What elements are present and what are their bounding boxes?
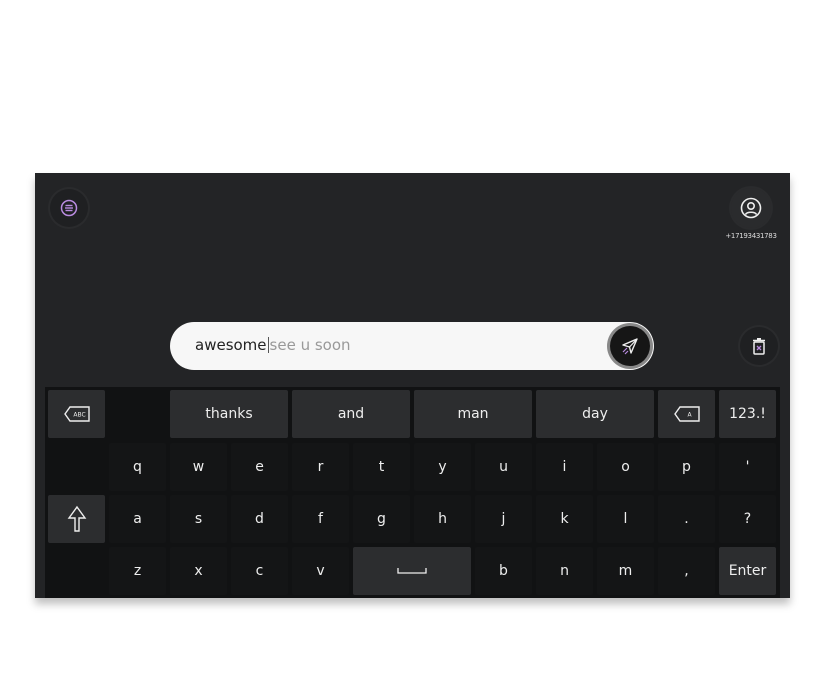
letter-key[interactable]: f xyxy=(292,495,349,543)
letter-key[interactable]: l xyxy=(597,495,654,543)
suggestion-key[interactable]: and xyxy=(292,390,410,438)
enter-key[interactable]: Enter xyxy=(719,547,776,595)
letter-key[interactable]: t xyxy=(353,443,410,491)
letter-key[interactable]: . xyxy=(658,495,715,543)
letter-key[interactable]: i xyxy=(536,443,593,491)
letter-key[interactable]: o xyxy=(597,443,654,491)
backspace-icon: A xyxy=(673,406,700,422)
space-icon xyxy=(397,568,427,574)
send-icon xyxy=(622,338,638,355)
letter-key[interactable]: e xyxy=(231,443,288,491)
letter-key[interactable]: c xyxy=(231,547,288,595)
letter-key[interactable]: m xyxy=(597,547,654,595)
phone-number: +17193431783 xyxy=(725,232,777,240)
shift-icon xyxy=(67,505,86,532)
backspace-key[interactable]: A xyxy=(658,390,715,438)
letter-key[interactable]: , xyxy=(658,547,715,595)
app-screen: +17193431783 awesome see u soon ABC thanks… xyxy=(35,173,790,598)
mode-key[interactable]: 123.! xyxy=(719,390,776,438)
letter-key[interactable]: y xyxy=(414,443,471,491)
suggestion-key[interactable]: day xyxy=(536,390,654,438)
letter-key[interactable]: q xyxy=(109,443,166,491)
letter-key[interactable]: u xyxy=(475,443,532,491)
profile-button[interactable] xyxy=(731,188,771,228)
typed-text: awesome xyxy=(195,336,267,354)
letter-key[interactable]: r xyxy=(292,443,349,491)
letter-key[interactable]: j xyxy=(475,495,532,543)
letter-key[interactable]: k xyxy=(536,495,593,543)
profile-icon xyxy=(740,197,762,219)
menu-button[interactable] xyxy=(50,189,88,227)
letter-key[interactable]: n xyxy=(536,547,593,595)
letter-key[interactable]: x xyxy=(170,547,227,595)
letter-key[interactable]: v xyxy=(292,547,349,595)
letter-key[interactable]: a xyxy=(109,495,166,543)
shift-key[interactable] xyxy=(48,495,105,543)
letter-key[interactable]: z xyxy=(109,547,166,595)
suggestion-text: see u soon xyxy=(269,336,351,354)
letter-key[interactable]: s xyxy=(170,495,227,543)
suggestion-key[interactable]: man xyxy=(414,390,532,438)
menu-icon xyxy=(60,199,78,217)
suggestion-key[interactable]: thanks xyxy=(170,390,288,438)
backspace-word-icon: ABC xyxy=(63,406,90,422)
message-input[interactable]: awesome see u soon xyxy=(170,322,654,370)
letter-key[interactable]: w xyxy=(170,443,227,491)
backspace-word-key[interactable]: ABC xyxy=(48,390,105,438)
svg-text:ABC: ABC xyxy=(73,412,85,419)
send-button[interactable] xyxy=(610,326,650,366)
text-caret xyxy=(267,337,269,353)
letter-key[interactable]: b xyxy=(475,547,532,595)
letter-key[interactable]: d xyxy=(231,495,288,543)
letter-key[interactable]: g xyxy=(353,495,410,543)
svg-text:A: A xyxy=(687,412,692,419)
letter-key[interactable]: ' xyxy=(719,443,776,491)
letter-key[interactable]: ? xyxy=(719,495,776,543)
space-key[interactable] xyxy=(353,547,471,595)
clear-button[interactable] xyxy=(740,327,778,365)
trash-icon xyxy=(753,338,765,355)
letter-key[interactable]: p xyxy=(658,443,715,491)
keyboard: ABC thanks and man day A 123.! q w e r t y u i o p ' a s d f g… xyxy=(45,387,780,598)
letter-key[interactable]: h xyxy=(414,495,471,543)
